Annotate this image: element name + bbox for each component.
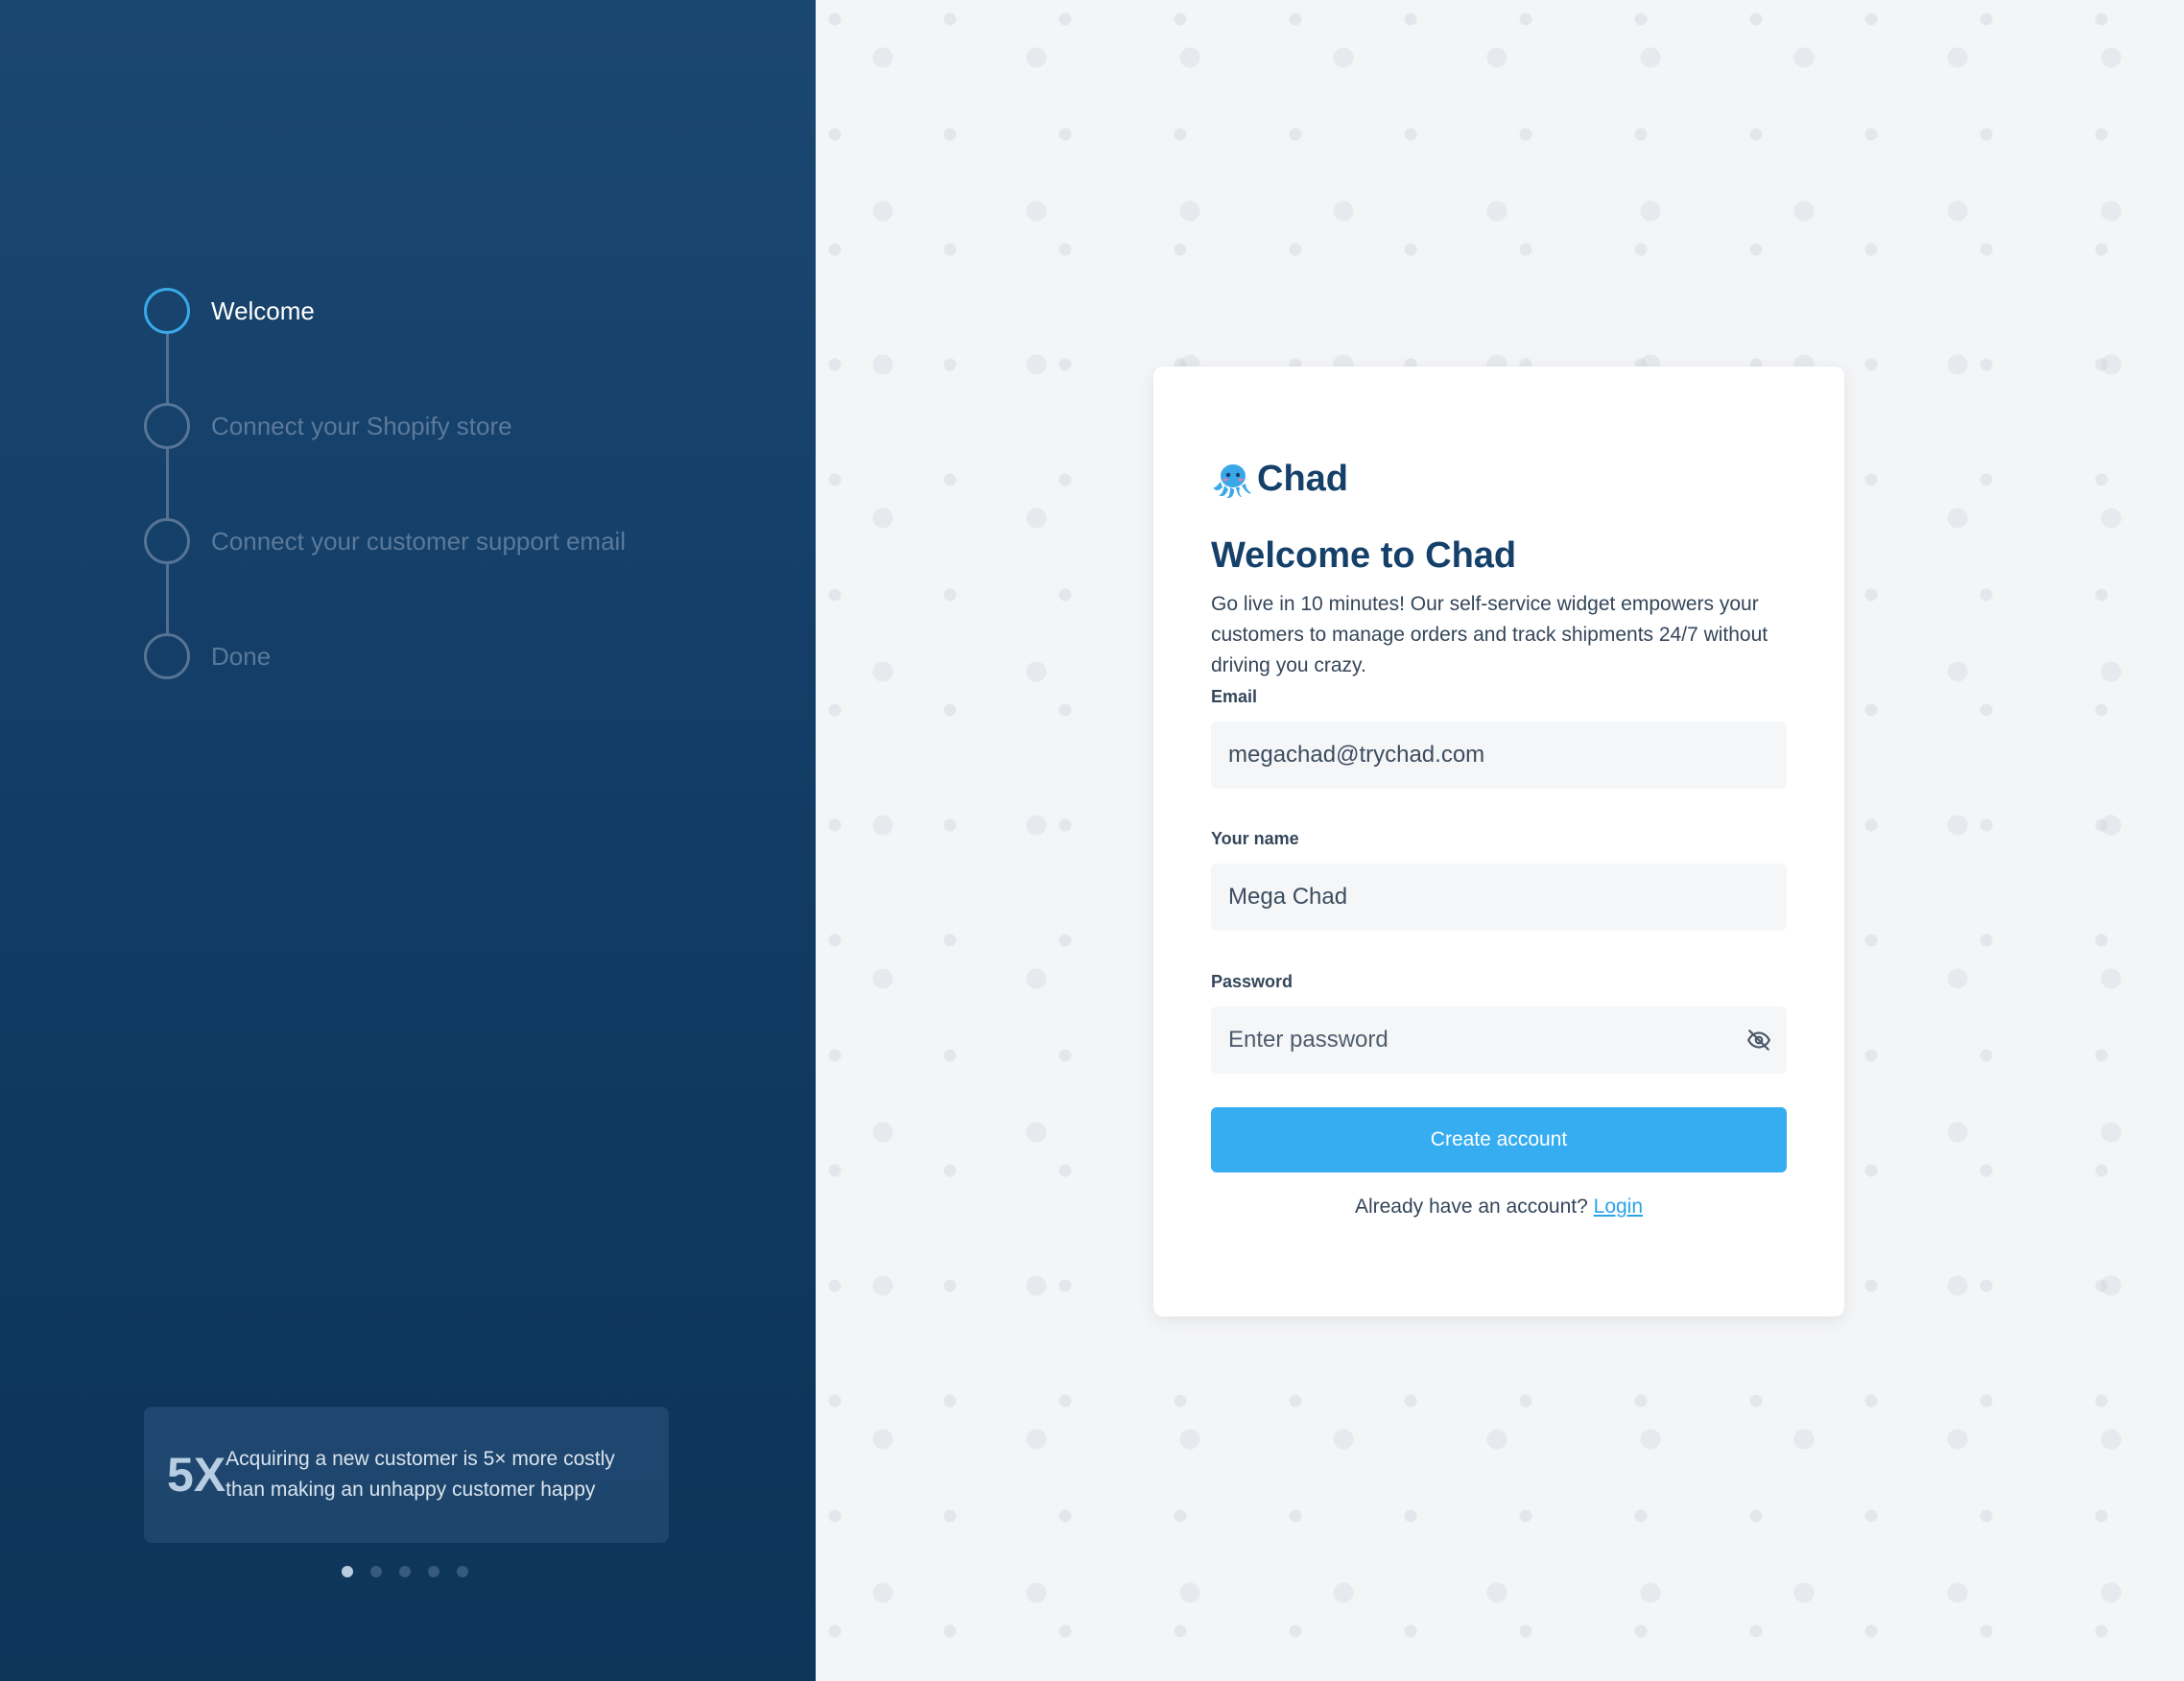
step-connector [166,564,169,633]
signup-page: Welcome Connect your Shopify store Conne… [0,0,2184,1681]
email-field[interactable]: megachad@trychad.com [1211,722,1787,789]
name-label: Your name [1211,829,1299,848]
carousel-dot[interactable] [399,1566,411,1577]
login-link[interactable]: Login [1594,1196,1643,1218]
octopus-icon [1213,463,1251,498]
carousel-dots [342,1566,468,1577]
carousel-dot[interactable] [342,1566,353,1577]
password-placeholder: Enter password [1228,1027,1389,1053]
page-title: Welcome to Chad [1211,535,1517,576]
carousel-dot[interactable] [457,1566,468,1577]
carousel-dot[interactable] [370,1566,382,1577]
step-connect-email: Connect your customer support email [144,518,626,633]
step-label: Connect your Shopify store [211,412,512,440]
onboarding-sidebar: Welcome Connect your Shopify store Conne… [0,0,816,1681]
onboarding-steps: Welcome Connect your Shopify store Conne… [144,288,626,748]
step-indicator-icon [144,633,190,679]
stat-card: 5X Acquiring a new customer is 5× more c… [144,1407,669,1543]
form-area: Chad Welcome to Chad Go live in 10 minut… [816,0,2184,1681]
step-indicator-icon [144,288,190,334]
email-value: megachad@trychad.com [1228,742,1485,768]
step-connector [166,449,169,518]
password-field[interactable]: Enter password [1211,1006,1787,1074]
carousel-dot[interactable] [428,1566,439,1577]
name-value: Mega Chad [1228,884,1348,910]
step-done: Done [144,633,626,748]
eye-slash-icon[interactable] [1746,1028,1771,1053]
brand-logo: Chad [1211,459,1348,500]
name-field[interactable]: Mega Chad [1211,864,1787,931]
step-indicator-icon [144,518,190,564]
stat-text: Acquiring a new customer is 5× more cost… [226,1448,615,1501]
stat-number: 5X [167,1448,226,1502]
create-account-button[interactable]: Create account [1211,1107,1787,1172]
step-indicator-icon [144,403,190,449]
step-label: Done [211,642,272,671]
page-subtitle: Go live in 10 minutes! Our self-service … [1211,593,1769,676]
step-label: Connect your customer support email [211,527,627,556]
signup-card: Chad Welcome to Chad Go live in 10 minut… [1153,367,1844,1316]
login-prompt-row: Already have an account? Login [1153,1196,1844,1219]
step-connect-shopify: Connect your Shopify store [144,403,626,518]
step-welcome: Welcome [144,288,626,403]
step-label: Welcome [211,296,315,325]
login-prompt: Already have an account? [1354,1196,1588,1218]
step-connector [166,334,169,403]
email-label: Email [1211,687,1258,706]
brand-name: Chad [1257,459,1348,499]
password-label: Password [1211,972,1294,991]
